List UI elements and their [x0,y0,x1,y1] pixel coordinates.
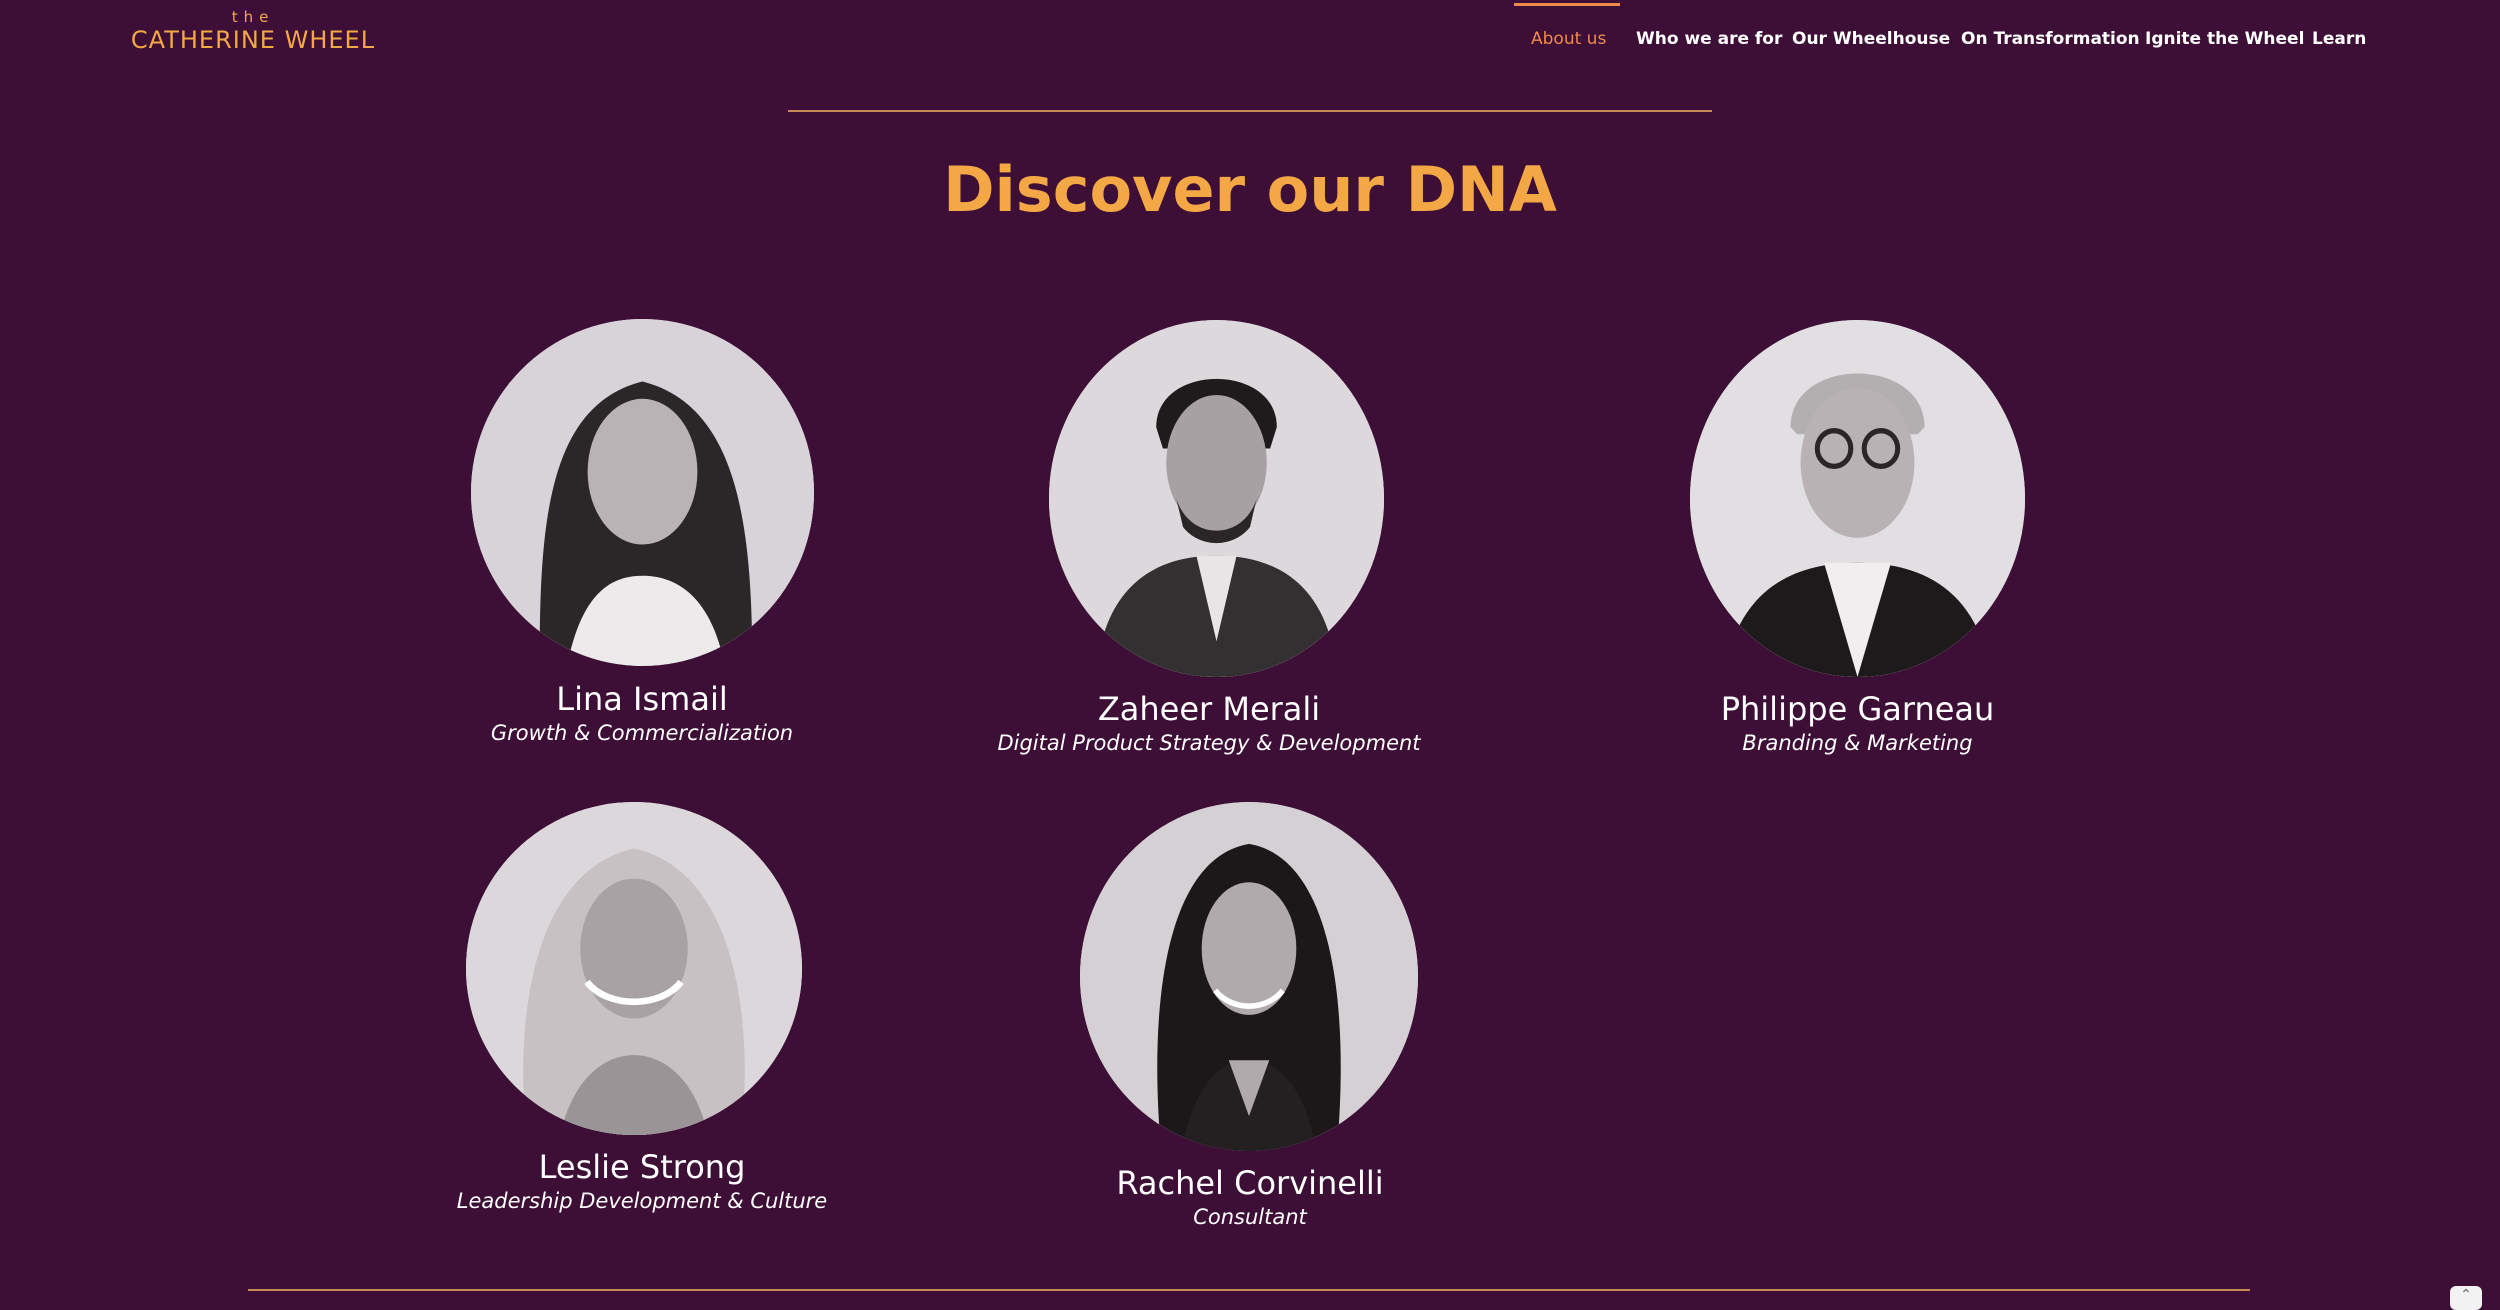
site-header: the CATHERINE WHEEL About us Who we are … [0,0,2500,78]
scroll-to-top-button[interactable]: ⌃ [2450,1286,2482,1310]
nav-item-about-us[interactable]: About us [1531,28,1606,50]
team-member-card: Lina Ismail Growth & Commercialization [450,318,834,748]
page-title: Discover our DNA [943,153,1557,226]
member-photo [466,802,802,1135]
member-role: Branding & Marketing [1742,731,1973,755]
team-member-card: Zaheer Merali Digital Product Strategy &… [997,318,1479,758]
team-member-card: Rachel Corvinelli Consultant [1060,800,1440,1240]
section-divider-bottom [248,1289,2250,1291]
member-role: Consultant [1193,1205,1307,1229]
chevron-up-icon: ⌃ [2460,1287,2472,1303]
member-photo [471,319,814,666]
member-name: Leslie Strong [538,1148,746,1186]
site-logo[interactable]: the CATHERINE WHEEL [128,8,378,56]
logo-wordmark: CATHERINE WHEEL [130,26,376,54]
member-photo [1080,802,1418,1151]
member-name: Philippe Garneau [1720,690,1995,728]
nav-item-ignite-the-wheel[interactable]: Ignite the Wheel [2145,28,2304,50]
member-name: Rachel Corvinelli [1116,1164,1384,1202]
nav-item-who-we-are-for[interactable]: Who we are for [1636,28,1782,50]
section-divider-top [788,110,1712,112]
nav-active-indicator [1514,3,1620,6]
member-role: Growth & Commercialization [490,721,794,745]
member-name: Lina Ismail [556,680,728,718]
member-role: Leadership Development & Culture [456,1189,828,1213]
nav-item-on-transformation[interactable]: On Transformation [1961,28,2140,50]
member-name: Zaheer Merali [1097,690,1321,728]
member-photo [1690,320,2025,677]
team-member-card: Philippe Garneau Branding & Marketing [1690,318,2025,758]
member-role: Digital Product Strategy & Development [997,731,1421,755]
logo-the: the [231,8,275,26]
member-photo [1049,320,1384,677]
nav-item-learn[interactable]: Learn [2312,28,2366,50]
nav-item-our-wheelhouse[interactable]: Our Wheelhouse [1792,28,1950,50]
team-member-card: Leslie Strong Leadership Development & C… [440,800,844,1220]
